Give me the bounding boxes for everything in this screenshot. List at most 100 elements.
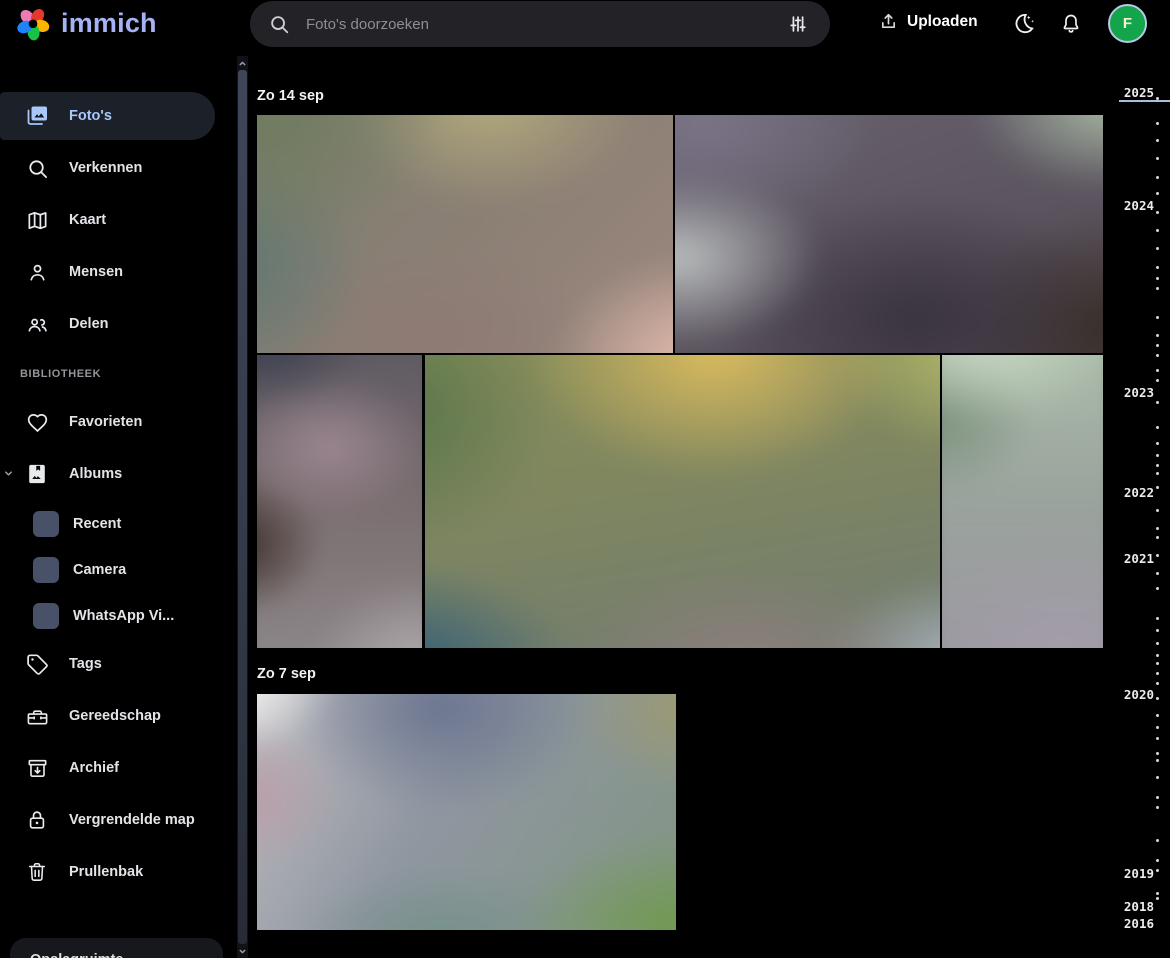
sidebar-section-library: BIBLIOTHEEK (20, 368, 102, 380)
scrollbar-up-arrow-icon[interactable] (237, 57, 248, 69)
scrubber-dot (1156, 536, 1159, 539)
sidebar-album-whatsapp[interactable]: WhatsApp Vi... (0, 594, 215, 638)
scrubber-dot (1156, 401, 1159, 404)
chevron-down-icon[interactable] (3, 467, 14, 483)
sidebar-item-tags[interactable]: Tags (0, 640, 215, 688)
sidebar-item-label: Tags (69, 656, 102, 672)
scrubber-year-label[interactable]: 2025 (1124, 85, 1154, 100)
scrubber-year-label[interactable]: 2016 (1124, 916, 1154, 931)
sidebar-item-label: Verkennen (69, 160, 143, 176)
immich-app: { "app": { "name": "immich" }, "topbar":… (0, 0, 1170, 958)
scrubber-year-label[interactable]: 2023 (1124, 385, 1154, 400)
heart-icon (25, 410, 49, 434)
album-label: Recent (73, 516, 122, 532)
scrubber-dot (1156, 97, 1159, 100)
photo-thumbnail[interactable] (675, 115, 1103, 353)
scrubber-dot (1156, 714, 1159, 717)
scrubber-dot (1156, 869, 1159, 872)
tune-filter-icon (790, 16, 806, 32)
search-bar[interactable] (250, 1, 830, 47)
scrubber-dot (1156, 277, 1159, 280)
sidebar-item-locked-folder[interactable]: Vergrendelde map (0, 796, 215, 844)
sidebar-album-recent[interactable]: Recent (0, 502, 215, 546)
scrubber-position-indicator (1119, 100, 1170, 102)
album-label: Camera (73, 562, 127, 578)
scrubber-dot (1156, 354, 1159, 357)
scrubber-year-label[interactable]: 2022 (1124, 485, 1154, 500)
sidebar-item-utilities[interactable]: Gereedschap (0, 692, 215, 740)
map-icon (25, 208, 49, 232)
scrubber-dot (1156, 266, 1159, 269)
album-thumbnail (33, 557, 59, 583)
scrubber-dot (1156, 122, 1159, 125)
archive-icon (25, 756, 49, 780)
scrubber-dot (1156, 229, 1159, 232)
dark-mode-toggle-button[interactable] (1008, 9, 1038, 39)
search-icon (271, 16, 289, 34)
photo-image (942, 355, 1103, 648)
date-group-header: Zo 7 sep (257, 666, 316, 682)
scrubber-year-label[interactable]: 2019 (1124, 866, 1154, 881)
scrollbar-down-arrow-icon[interactable] (237, 945, 248, 957)
upload-label: Uploaden (907, 12, 978, 30)
sidebar-item-favorites[interactable]: Favorieten (0, 398, 215, 446)
scrubber-dot (1156, 796, 1159, 799)
sidebar-item-photos[interactable]: Foto's (0, 92, 215, 140)
scrubber-dot (1156, 157, 1159, 160)
scrubber-dot (1156, 806, 1159, 809)
photo-thumbnail[interactable] (257, 355, 422, 648)
timeline-scrubber[interactable]: 2025 2024 2023 2022 2021 2020 2019 2018 2016 (1103, 0, 1170, 958)
photo-image (257, 355, 422, 648)
sidebar-item-label: Vergrendelde map (69, 812, 195, 828)
date-group-header: Zo 14 sep (257, 88, 324, 104)
scrubber-dot (1156, 464, 1159, 467)
scrubber-dot (1156, 527, 1159, 530)
app-logo[interactable]: immich (14, 4, 157, 42)
sidebar-scrollbar[interactable] (237, 56, 248, 958)
scrubber-dot (1156, 629, 1159, 632)
scrubber-dot (1156, 426, 1159, 429)
tags-icon (25, 652, 49, 676)
album-icon (25, 462, 49, 486)
scrubber-dot (1156, 654, 1159, 657)
notifications-button[interactable] (1056, 9, 1086, 39)
scrubber-dot (1156, 344, 1159, 347)
photo-thumbnail[interactable] (425, 355, 940, 648)
scrubber-year-label[interactable]: 2021 (1124, 551, 1154, 566)
sidebar-item-explore[interactable]: Verkennen (0, 144, 215, 192)
photo-thumbnail[interactable] (257, 115, 673, 353)
scrubber-dot (1156, 839, 1159, 842)
scrubber-dot (1156, 554, 1159, 557)
scrubber-dot (1156, 572, 1159, 575)
sidebar-album-camera[interactable]: Camera (0, 548, 215, 592)
scrubber-dot (1156, 759, 1159, 762)
photo-image (257, 115, 673, 353)
photo-thumbnail[interactable] (942, 355, 1103, 648)
toolbox-icon (25, 704, 49, 728)
search-input[interactable] (306, 15, 780, 33)
scrubber-dot (1156, 472, 1159, 475)
sidebar-item-archive[interactable]: Archief (0, 744, 215, 792)
sidebar-item-sharing[interactable]: Delen (0, 300, 215, 348)
sidebar-item-albums[interactable]: Albums (0, 450, 215, 498)
upload-button[interactable]: Uploaden (878, 11, 978, 32)
scrubber-dot (1156, 892, 1159, 895)
search-filter-button[interactable] (780, 6, 816, 42)
bell-icon (1063, 14, 1079, 33)
moon-stars-icon (1015, 13, 1034, 34)
scrubber-dot (1156, 192, 1159, 195)
sidebar-item-label: Foto's (69, 108, 112, 124)
scrubber-year-label[interactable]: 2020 (1124, 687, 1154, 702)
scrubber-dot (1156, 316, 1159, 319)
scrubber-dot (1156, 139, 1159, 142)
sidebar-item-people[interactable]: Mensen (0, 248, 215, 296)
scrubber-year-label[interactable]: 2024 (1124, 198, 1154, 213)
sidebar-item-map[interactable]: Kaart (0, 196, 215, 244)
scrollbar-thumb[interactable] (238, 70, 247, 944)
sidebar-item-trash[interactable]: Prullenbak (0, 848, 215, 896)
scrubber-dot (1156, 697, 1159, 700)
photo-thumbnail[interactable] (257, 694, 676, 930)
scrubber-dot (1156, 247, 1159, 250)
scrubber-year-label[interactable]: 2018 (1124, 899, 1154, 914)
top-bar: immich Uploaden F (0, 0, 1170, 48)
